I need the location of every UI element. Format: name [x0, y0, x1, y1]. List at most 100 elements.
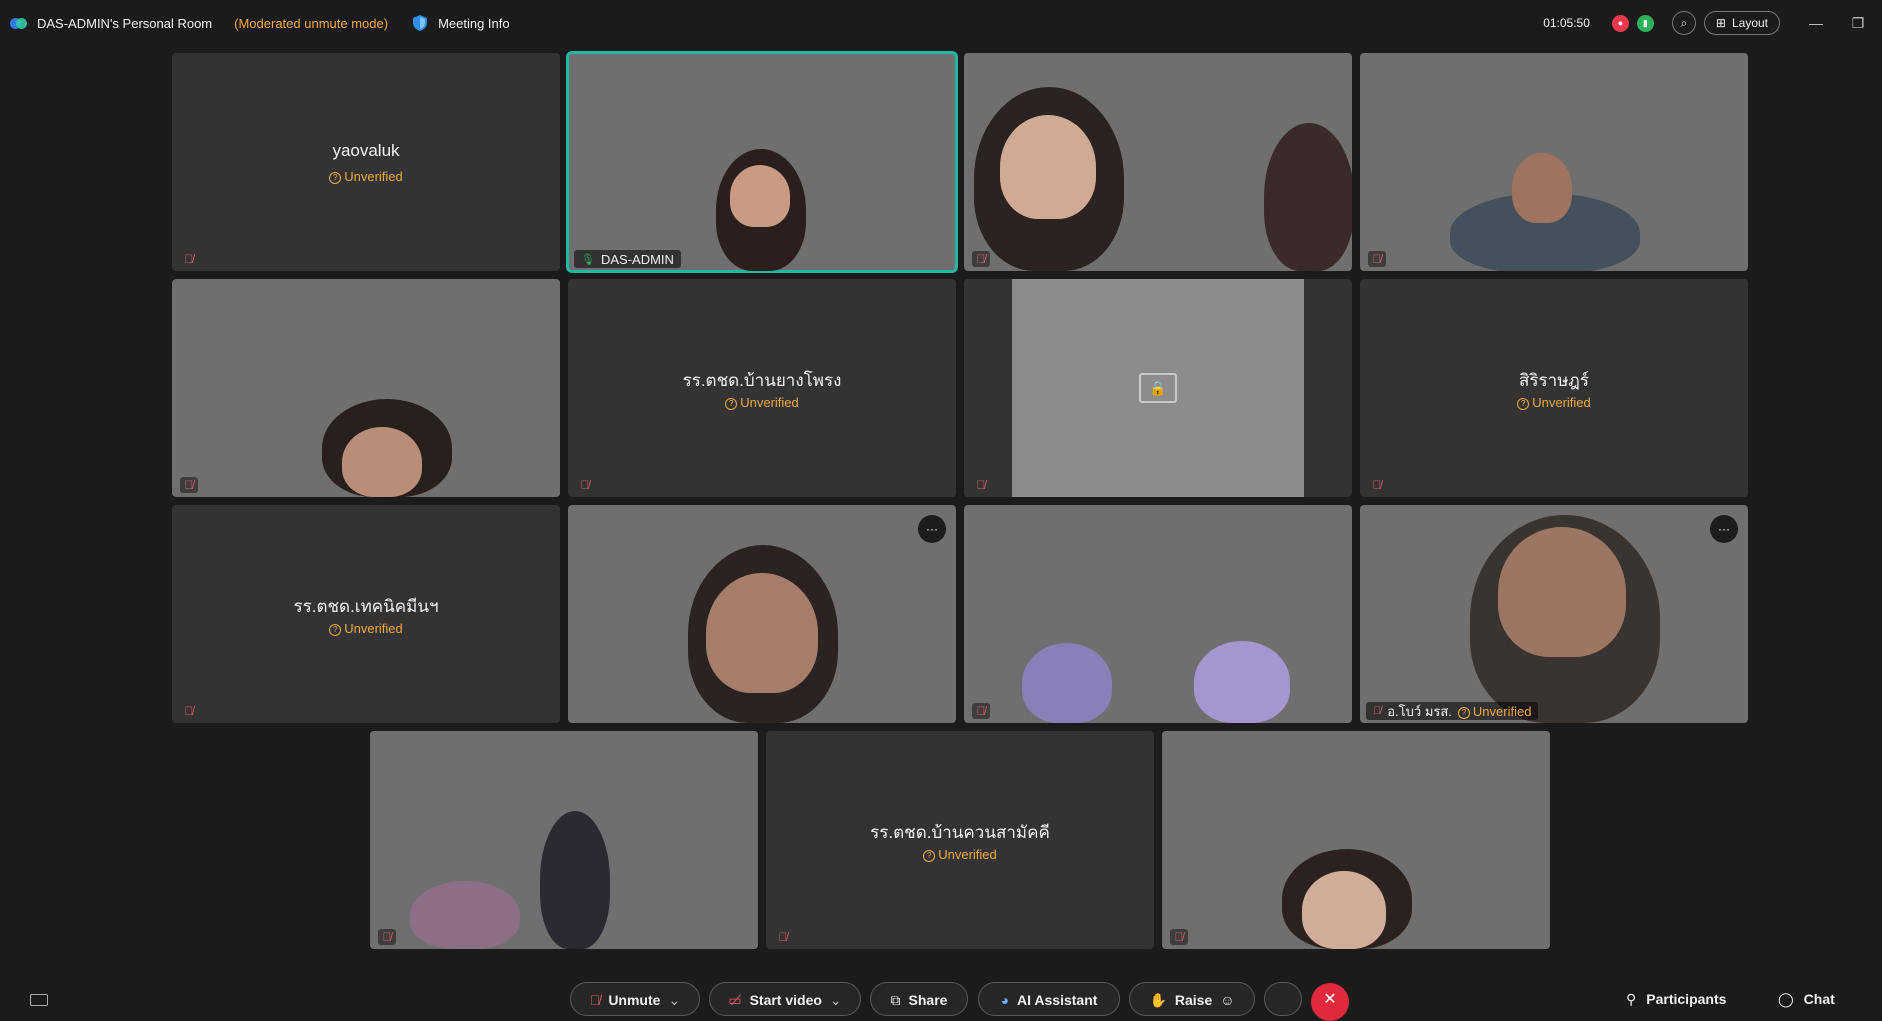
unverified-label: Unverified — [1532, 395, 1591, 410]
unverified-label: Unverified — [344, 169, 403, 184]
participant-label: 🎙̸ อ.โบว์ มรส. ? Unverified — [1366, 702, 1539, 720]
webex-logo-icon — [10, 17, 27, 30]
locked-share-icon: 🔒 — [1139, 373, 1177, 403]
ai-assistant-button[interactable]: ◕ AI Assistant — [978, 982, 1120, 1016]
video-flowers — [410, 881, 520, 949]
title-bar-left: DAS-ADMIN's Personal Room (Moderated unm… — [10, 14, 510, 32]
question-circle-icon: ? — [329, 172, 342, 184]
participant-name: สิริราษฎร์ — [1519, 371, 1589, 390]
question-circle-icon: ? — [923, 850, 936, 862]
minimize-window-button[interactable]: — — [1802, 15, 1830, 31]
participant-name: รร.ตชด.บ้านยางโพรง — [682, 371, 842, 390]
video-person — [1022, 643, 1112, 723]
share-label: Share — [908, 992, 948, 1008]
participant-tile-das-admin[interactable]: 🎙 DAS-ADMIN — [566, 51, 958, 273]
unverified-status: ? Unverified — [1360, 395, 1748, 410]
meeting-controls-toolbar: 🎙̸ Unmute ⌄ ▭̸ Start video ⌄ ⧉ Share ◕ A… — [0, 980, 1882, 1021]
ai-assistant-icon: ◕ — [1000, 992, 1010, 1008]
participant-tile-obor[interactable]: ··· 🎙̸ อ.โบว์ มรส. ? Unverified — [1360, 505, 1748, 723]
mic-off-icon: 🎙̸ — [972, 251, 990, 267]
question-circle-icon: ? — [329, 624, 342, 636]
unverified-status: ? Unverified — [766, 847, 1154, 862]
video-face — [1302, 871, 1386, 949]
participant-name: อ.โบว์ มรส. — [1387, 703, 1452, 719]
unmute-label: Unmute — [608, 992, 661, 1008]
participant-tile-video-3[interactable]: 🎙̸ — [172, 279, 560, 497]
more-options-ellipsis-icon[interactable]: ··· — [1710, 515, 1738, 543]
more-options-ellipsis-icon[interactable]: ··· — [918, 515, 946, 543]
restore-window-button[interactable]: ❐ — [1844, 15, 1872, 32]
mic-off-icon: 🎙̸ — [976, 478, 986, 492]
raise-label: Raise — [1174, 992, 1213, 1008]
end-meeting-button[interactable]: ✕ — [1311, 983, 1349, 1021]
layout-button-label: Layout — [1731, 16, 1768, 30]
participant-tile-sirarat[interactable]: สิริราษฎร์ ? Unverified 🎙̸ — [1360, 279, 1748, 497]
room-name: DAS-ADMIN's Personal Room — [37, 15, 213, 31]
unverified-label: Unverified — [1472, 703, 1532, 719]
participant-tile-video-5[interactable]: 🎙̸ — [964, 505, 1352, 723]
closed-captions-icon[interactable] — [30, 994, 48, 1006]
start-video-button[interactable]: ▭̸ Start video ⌄ — [709, 982, 861, 1016]
video-face — [1498, 527, 1626, 657]
mic-off-icon: 🎙̸ — [184, 704, 194, 718]
title-bar-right: 01:05:50 ● ▮ ⌕ ⊞ Layout — ❐ — [1543, 11, 1872, 35]
video-face — [706, 573, 818, 693]
question-circle-icon: ? — [1457, 706, 1470, 719]
meeting-timer: 01:05:50 — [1543, 16, 1590, 30]
participant-tile-video-6[interactable]: 🎙̸ — [370, 731, 758, 949]
participant-tile-screen-share[interactable]: 🔒 🎙̸ — [964, 279, 1352, 497]
chat-label: Chat — [1803, 991, 1835, 1007]
unverified-status: ? Unverified — [1457, 703, 1532, 719]
recording-indicator-icon[interactable]: ● — [1611, 14, 1629, 32]
ai-assistant-label: AI Assistant — [1017, 992, 1098, 1008]
mic-off-icon: 🎙̸ — [378, 929, 396, 945]
video-person — [540, 811, 610, 949]
participant-tile-video-2[interactable]: 🎙̸ — [1360, 53, 1748, 271]
participant-tile-video-4[interactable]: ··· — [568, 505, 956, 723]
participant-tile-yaovaluk[interactable]: yaovaluk ? Unverified 🎙̸ — [172, 53, 560, 271]
video-face — [730, 165, 790, 227]
participants-panel-button[interactable]: ⚲ Participants — [1626, 991, 1726, 1008]
mic-off-icon: 🎙̸ — [1170, 929, 1188, 945]
mic-off-icon: 🎙̸ — [184, 252, 194, 266]
grid-icon: ⊞ — [1715, 16, 1726, 30]
mic-off-icon: 🎙̸ — [1373, 705, 1382, 717]
participant-name: DAS-ADMIN — [600, 251, 674, 267]
meeting-info-button[interactable]: Meeting Info — [438, 16, 510, 31]
raise-hand-button[interactable]: ✋ Raise ☺ — [1129, 982, 1255, 1016]
share-button[interactable]: ⧉ Share — [870, 982, 968, 1016]
mic-on-icon: 🎙 — [581, 253, 595, 266]
mic-off-icon: 🎙̸ — [589, 992, 601, 1008]
video-face — [1000, 115, 1096, 219]
zoom-search-icon[interactable]: ⌕ — [1671, 11, 1696, 35]
participant-tile-video-7[interactable]: 🎙̸ — [1162, 731, 1550, 949]
mic-off-icon: 🎙̸ — [180, 477, 198, 493]
participant-tile-video-1[interactable]: 🎙̸ — [964, 53, 1352, 271]
question-circle-icon: ? — [1517, 398, 1530, 410]
participant-tile-yangphong[interactable]: รร.ตชด.บ้านยางโพรง ? Unverified 🎙̸ — [568, 279, 956, 497]
participant-tile-technic[interactable]: รร.ตชด.เทคนิคมีนฯ ? Unverified 🎙̸ — [172, 505, 560, 723]
network-health-icon[interactable]: ▮ — [1636, 14, 1654, 32]
participant-label: 🎙 DAS-ADMIN — [574, 250, 681, 268]
more-options-button[interactable] — [1264, 982, 1302, 1016]
unverified-status: ? Unverified — [568, 395, 956, 410]
participant-name: รร.ตชด.เทคนิคมีนฯ — [293, 597, 439, 616]
video-person — [1264, 123, 1352, 271]
mic-off-icon: 🎙̸ — [972, 703, 990, 719]
unverified-status: ? Unverified — [172, 169, 560, 184]
chat-bubble-icon: ◯ — [1778, 991, 1794, 1007]
chat-panel-button[interactable]: ◯ Chat — [1778, 991, 1835, 1008]
unmute-button[interactable]: 🎙̸ Unmute ⌄ — [570, 982, 700, 1016]
question-circle-icon: ? — [725, 398, 738, 410]
video-face — [1512, 153, 1572, 223]
mic-off-icon: 🎙̸ — [1372, 478, 1382, 492]
person-icon: ⚲ — [1626, 991, 1637, 1007]
layout-button[interactable]: ⊞ Layout — [1703, 11, 1780, 35]
unverified-label: Unverified — [938, 847, 997, 862]
start-video-label: Start video — [749, 992, 822, 1008]
participants-label: Participants — [1646, 991, 1727, 1007]
shield-icon[interactable] — [412, 14, 428, 32]
participant-tile-kuansamakkhi[interactable]: รร.ตชด.บ้านควนสามัคคี ? Unverified 🎙̸ — [766, 731, 1154, 949]
reactions-icon[interactable]: ☺ — [1220, 992, 1234, 1008]
mic-off-icon: 🎙̸ — [1368, 251, 1386, 267]
